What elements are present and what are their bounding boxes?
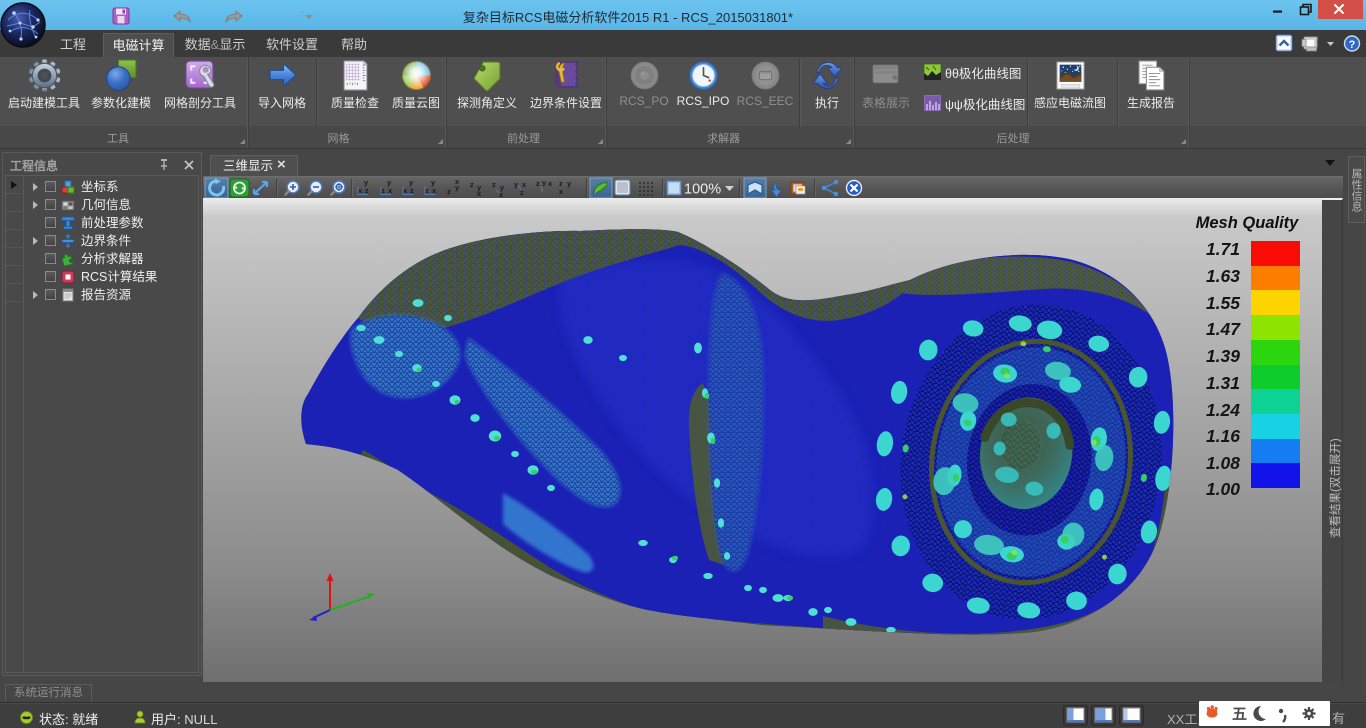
- svg-text:x: x: [548, 179, 553, 188]
- svg-text:?: ?: [1349, 39, 1356, 51]
- svg-text:100%: 100%: [684, 182, 721, 198]
- svg-text:z: z: [520, 188, 524, 197]
- svg-text:z: z: [365, 186, 369, 195]
- svg-text:x: x: [559, 187, 564, 196]
- svg-text:z: z: [447, 187, 451, 196]
- svg-text:y: y: [514, 180, 519, 189]
- svg-text:五: 五: [1232, 706, 1247, 723]
- svg-text:x: x: [432, 186, 437, 195]
- svg-text:y: y: [542, 178, 547, 187]
- svg-text:z: z: [410, 186, 414, 195]
- svg-text:z: z: [492, 180, 496, 189]
- svg-text:z: z: [470, 180, 474, 189]
- svg-text:x: x: [388, 186, 393, 195]
- svg-text:x: x: [477, 189, 482, 198]
- svg-text:y: y: [567, 179, 572, 188]
- svg-text:z: z: [536, 179, 540, 188]
- svg-text:x: x: [403, 186, 408, 195]
- svg-text:x: x: [455, 177, 460, 186]
- svg-text:x: x: [358, 186, 363, 195]
